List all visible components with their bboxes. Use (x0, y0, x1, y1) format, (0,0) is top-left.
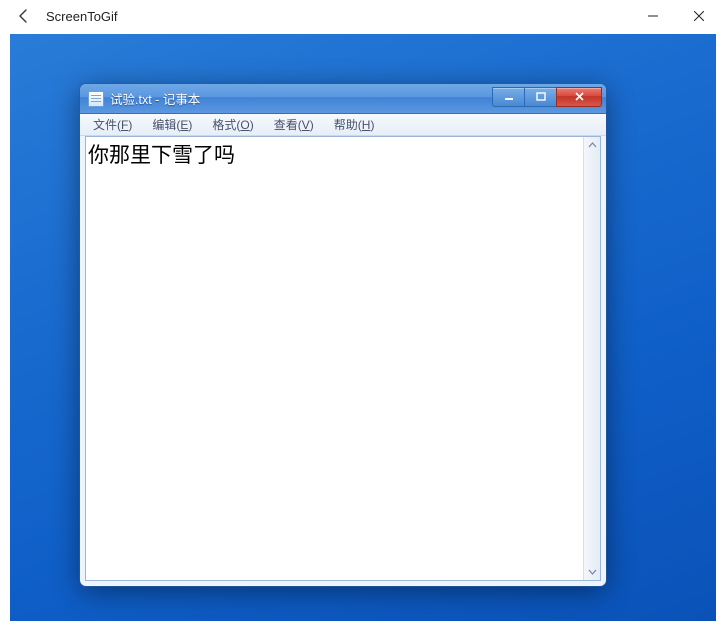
outer-window-title: ScreenToGif (46, 9, 630, 24)
scroll-down-button[interactable] (584, 563, 600, 580)
outer-titlebar[interactable]: ScreenToGif (0, 0, 722, 32)
menu-view-label: 查看 (274, 118, 298, 132)
menu-help-label: 帮助 (334, 118, 358, 132)
maximize-icon (536, 92, 546, 101)
close-icon (574, 92, 585, 101)
notepad-menubar: 文件(F) 编辑(E) 格式(O) 查看(V) 帮助(H) (80, 114, 606, 136)
notepad-titlebar[interactable]: 试验.txt - 记事本 (80, 84, 606, 114)
menu-format-label: 格式 (212, 118, 236, 132)
scroll-up-button[interactable] (584, 137, 600, 154)
arrow-left-icon (16, 8, 32, 24)
menu-help[interactable]: 帮助(H) (325, 114, 384, 135)
capture-area: 试验.txt - 记事本 文件(F) 编辑(E) 格式(O) (10, 34, 716, 621)
menu-file-accel: F (121, 118, 128, 132)
menu-file[interactable]: 文件(F) (84, 114, 141, 135)
notepad-window[interactable]: 试验.txt - 记事本 文件(F) 编辑(E) 格式(O) (80, 84, 606, 586)
menu-view-accel: V (302, 118, 310, 132)
close-icon (694, 11, 704, 21)
back-button[interactable] (12, 4, 36, 28)
minimize-icon (504, 93, 514, 101)
menu-help-accel: H (362, 118, 371, 132)
notepad-vertical-scrollbar[interactable] (583, 137, 600, 580)
outer-close-button[interactable] (676, 0, 722, 32)
menu-edit-accel: E (180, 118, 188, 132)
menu-file-label: 文件 (93, 118, 117, 132)
outer-minimize-button[interactable] (630, 0, 676, 32)
notepad-app-icon (88, 91, 104, 107)
notepad-client-area: 你那里下雪了吗 (85, 136, 601, 581)
notepad-minimize-button[interactable] (492, 87, 524, 107)
menu-edit[interactable]: 编辑(E) (143, 114, 201, 135)
menu-format[interactable]: 格式(O) (203, 114, 262, 135)
menu-view[interactable]: 查看(V) (265, 114, 323, 135)
minimize-icon (648, 11, 658, 21)
notepad-close-button[interactable] (556, 87, 602, 107)
menu-edit-label: 编辑 (152, 118, 176, 132)
chevron-up-icon (588, 141, 597, 150)
notepad-text-area[interactable]: 你那里下雪了吗 (86, 137, 583, 580)
outer-window-controls (630, 0, 722, 32)
notepad-title: 试验.txt - 记事本 (110, 89, 492, 108)
notepad-window-controls (492, 87, 602, 107)
chevron-down-icon (588, 567, 597, 576)
screentogif-window: ScreenToGif 试验.txt - 记事本 (0, 0, 722, 625)
notepad-maximize-button[interactable] (524, 87, 556, 107)
menu-format-accel: O (240, 118, 249, 132)
